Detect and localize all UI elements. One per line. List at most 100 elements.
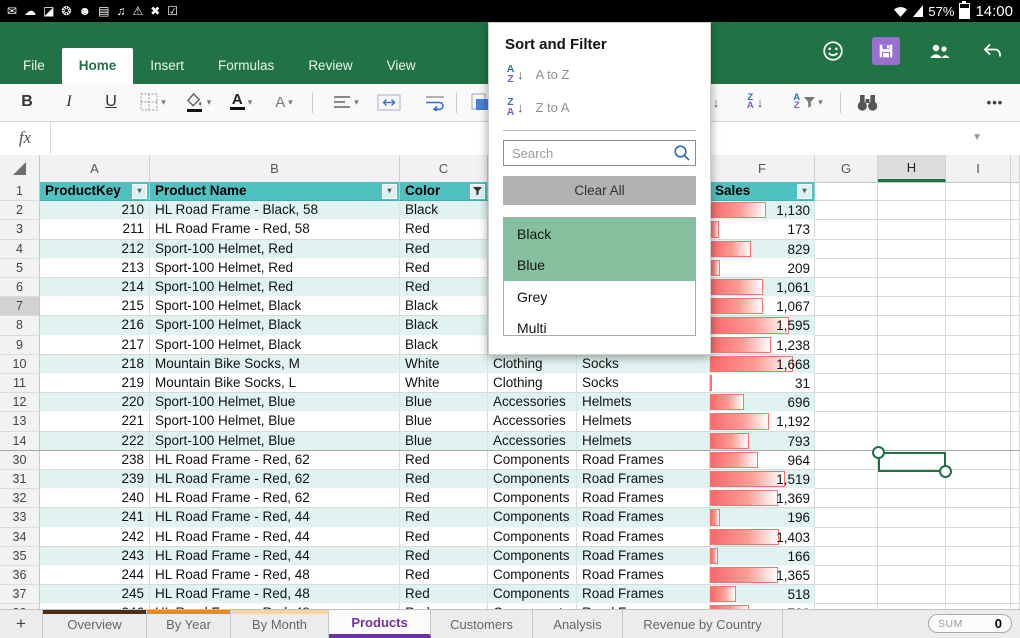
cell-H2[interactable] [878, 201, 946, 220]
cell-G13[interactable] [815, 412, 878, 431]
row-header-33[interactable]: 33 [0, 508, 40, 527]
header-cell-color[interactable]: Color [400, 182, 488, 201]
cell-F10[interactable]: 1,668 [710, 355, 815, 374]
cell-edge6[interactable] [1011, 278, 1020, 297]
filter-option-blue[interactable]: Blue [504, 250, 695, 282]
cell-H35[interactable] [878, 547, 946, 566]
cell-F37[interactable]: 518 [710, 585, 815, 604]
undo-icon[interactable] [978, 37, 1006, 65]
cell-D10[interactable]: Clothing [488, 355, 577, 374]
cell-F36[interactable]: 1,365 [710, 566, 815, 585]
filter-option-black[interactable]: Black [504, 218, 695, 250]
cell-B31[interactable]: HL Road Frame - Red, 62 [150, 470, 400, 489]
column-header-B[interactable]: B [150, 155, 400, 182]
fill-color-button[interactable]: ▾ [180, 88, 216, 116]
cell-H11[interactable] [878, 374, 946, 393]
row-header-13[interactable]: 13 [0, 412, 40, 431]
cell-H14[interactable] [878, 432, 946, 451]
filter-active-funnel-icon[interactable] [470, 184, 485, 199]
cell-B11[interactable]: Mountain Bike Socks, L [150, 374, 400, 393]
cell-G1[interactable] [815, 182, 878, 201]
cell-edge37[interactable] [1011, 585, 1020, 604]
wrap-text-button[interactable] [420, 88, 450, 116]
cell-H1[interactable] [878, 182, 946, 201]
cell-C12[interactable]: Blue [400, 393, 488, 412]
cell-D35[interactable]: Components [488, 547, 577, 566]
formula-bar-expand-icon[interactable]: ▼ [972, 132, 982, 143]
cell-H9[interactable] [878, 336, 946, 355]
cell-F35[interactable]: 166 [710, 547, 815, 566]
sheet-tab-products[interactable]: Products [329, 610, 431, 638]
cell-A30[interactable]: 238 [40, 451, 150, 470]
cell-I9[interactable] [946, 336, 1011, 355]
cell-G14[interactable] [815, 432, 878, 451]
cell-I7[interactable] [946, 297, 1011, 316]
cell-A12[interactable]: 220 [40, 393, 150, 412]
cell-A8[interactable]: 216 [40, 316, 150, 335]
row-header-32[interactable]: 32 [0, 489, 40, 508]
cell-F31[interactable]: 1,519 [710, 470, 815, 489]
cell-C8[interactable]: Black [400, 316, 488, 335]
cell-edge11[interactable] [1011, 374, 1020, 393]
ribbon-tab-insert[interactable]: Insert [133, 48, 201, 84]
cell-C31[interactable]: Red [400, 470, 488, 489]
row-header-37[interactable]: 37 [0, 585, 40, 604]
cell-edge32[interactable] [1011, 489, 1020, 508]
cell-C2[interactable]: Black [400, 201, 488, 220]
row-header-3[interactable]: 3 [0, 220, 40, 239]
row-header-30[interactable]: 30 [0, 451, 40, 470]
cell-B32[interactable]: HL Road Frame - Red, 62 [150, 489, 400, 508]
cell-edge2[interactable] [1011, 201, 1020, 220]
cell-I32[interactable] [946, 489, 1011, 508]
cell-I4[interactable] [946, 240, 1011, 259]
cell-B4[interactable]: Sport-100 Helmet, Red [150, 240, 400, 259]
row-header-12[interactable]: 12 [0, 393, 40, 412]
cell-B13[interactable]: Sport-100 Helmet, Blue [150, 412, 400, 431]
cell-C37[interactable]: Red [400, 585, 488, 604]
cell-B5[interactable]: Sport-100 Helmet, Red [150, 259, 400, 278]
cell-G35[interactable] [815, 547, 878, 566]
select-all-corner[interactable] [0, 155, 40, 182]
cell-G2[interactable] [815, 201, 878, 220]
cell-G6[interactable] [815, 278, 878, 297]
font-color-button[interactable]: A ▾ [224, 88, 258, 116]
cell-B6[interactable]: Sport-100 Helmet, Red [150, 278, 400, 297]
cell-I1[interactable] [946, 182, 1011, 201]
cell-C36[interactable]: Red [400, 566, 488, 585]
column-header-G[interactable]: G [815, 155, 878, 182]
cell-G36[interactable] [815, 566, 878, 585]
cell-H36[interactable] [878, 566, 946, 585]
cell-A32[interactable]: 240 [40, 489, 150, 508]
cell-B12[interactable]: Sport-100 Helmet, Blue [150, 393, 400, 412]
cell-edge9[interactable] [1011, 336, 1020, 355]
cell-F32[interactable]: 1,369 [710, 489, 815, 508]
cell-F33[interactable]: 196 [710, 508, 815, 527]
cell-G34[interactable] [815, 528, 878, 547]
cell-A33[interactable]: 241 [40, 508, 150, 527]
cell-G10[interactable] [815, 355, 878, 374]
cell-I37[interactable] [946, 585, 1011, 604]
ribbon-tab-review[interactable]: Review [291, 48, 369, 84]
cell-edge1[interactable] [1011, 182, 1020, 201]
cell-G12[interactable] [815, 393, 878, 412]
sort-a-to-z-item[interactable]: AZ ↓ A to Z [489, 58, 710, 91]
cell-D32[interactable]: Components [488, 489, 577, 508]
sort-filter-button[interactable]: AZ ▾ [784, 88, 830, 116]
cell-F3[interactable]: 173 [710, 220, 815, 239]
cell-I31[interactable] [946, 470, 1011, 489]
cell-edge35[interactable] [1011, 547, 1020, 566]
header-cell-sales[interactable]: Sales▾ [710, 182, 815, 201]
cell-H12[interactable] [878, 393, 946, 412]
header-cell-product-name[interactable]: Product Name▾ [150, 182, 400, 201]
filter-option-multi[interactable]: Multi [504, 313, 695, 337]
cell-F6[interactable]: 1,061 [710, 278, 815, 297]
cell-G9[interactable] [815, 336, 878, 355]
cell-B3[interactable]: HL Road Frame - Red, 58 [150, 220, 400, 239]
fx-icon[interactable]: fx [0, 122, 51, 154]
cell-C13[interactable]: Blue [400, 412, 488, 431]
sheet-tab-by-year[interactable]: By Year [147, 610, 231, 638]
cell-I30[interactable] [946, 451, 1011, 470]
cell-D34[interactable]: Components [488, 528, 577, 547]
cell-G31[interactable] [815, 470, 878, 489]
row-header-2[interactable]: 2 [0, 201, 40, 220]
